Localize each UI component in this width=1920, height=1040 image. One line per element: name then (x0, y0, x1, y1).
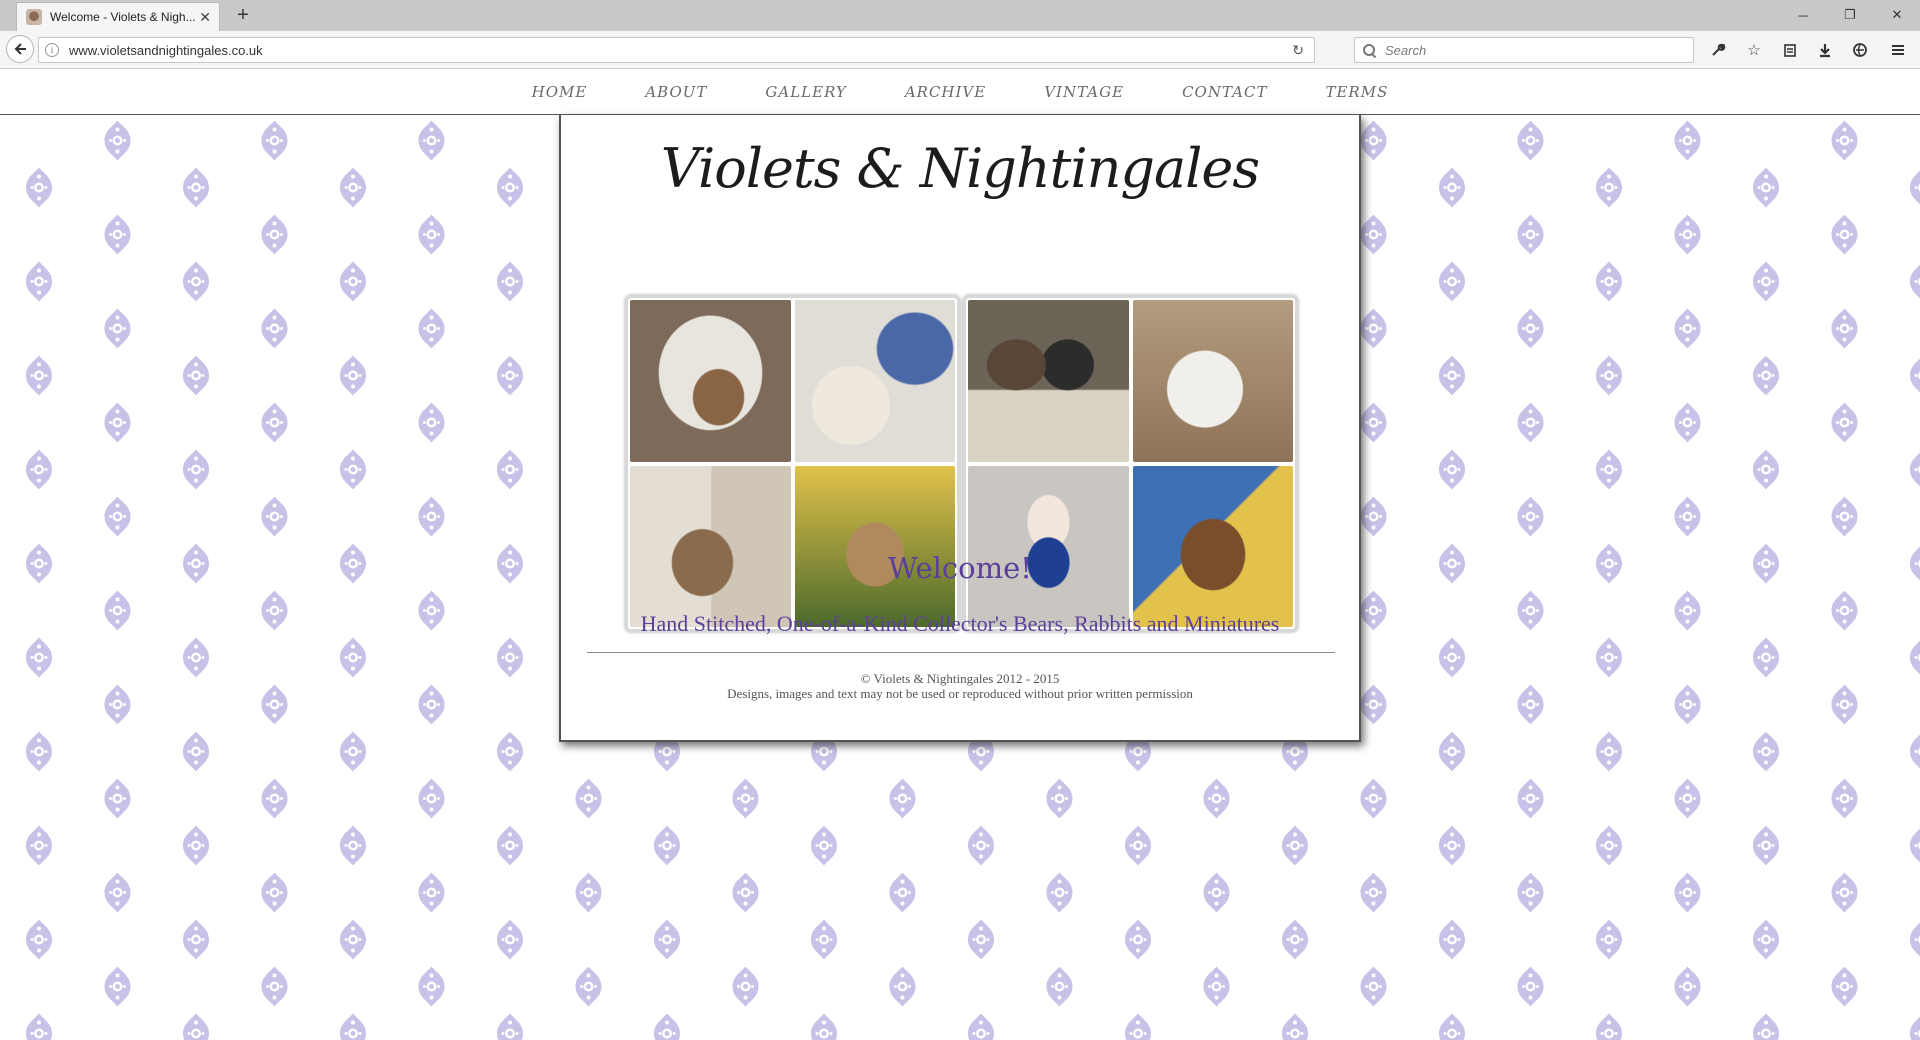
reading-list-icon[interactable] (1780, 40, 1800, 60)
footer: © Violets & Nightingales 2012 - 2015 Des… (561, 671, 1359, 701)
bear-photo (1132, 300, 1293, 462)
download-icon[interactable] (1815, 40, 1835, 60)
back-arrow-icon (14, 43, 26, 55)
tab-close-icon[interactable]: ✕ (199, 9, 211, 25)
tagline: Hand Stitched, One-of-a-Kind Collector's… (640, 611, 1280, 636)
nav-about[interactable]: ABOUT (645, 83, 707, 101)
nav-contact[interactable]: CONTACT (1182, 83, 1267, 101)
back-button[interactable] (6, 35, 34, 63)
content-panel: Violets & Nightingales Welcome! Hand Sti… (559, 115, 1361, 742)
divider (587, 652, 1335, 653)
nav-vintage[interactable]: VINTAGE (1044, 83, 1124, 101)
rabbit-photo (968, 465, 1129, 627)
site-logo: Violets & Nightingales (660, 137, 1260, 200)
restore-icon[interactable]: ❐ (1835, 4, 1865, 26)
star-icon[interactable]: ☆ (1744, 40, 1764, 60)
vpn-icon[interactable] (1850, 40, 1870, 60)
lion-photo (1132, 465, 1293, 627)
info-icon[interactable]: i (45, 43, 59, 57)
close-window-icon[interactable]: ✕ (1882, 4, 1912, 26)
nav-archive[interactable]: ARCHIVE (905, 83, 986, 101)
search-input[interactable]: Search (1354, 37, 1694, 63)
favicon-icon (26, 9, 42, 25)
url-text: www.violetsandnightingales.co.uk (69, 42, 263, 58)
notice-text: Designs, images and text may not be used… (727, 686, 1193, 701)
tab-bar: Welcome - Violets & Nigh... ✕ + ─ ❐ ✕ (0, 0, 1920, 31)
url-bar[interactable]: i www.violetsandnightingales.co.uk ↻ (38, 37, 1315, 63)
nav-terms[interactable]: TERMS (1325, 83, 1388, 101)
tab-title: Welcome - Violets & Nigh... (50, 10, 196, 24)
bear-photo (794, 465, 955, 627)
menu-icon[interactable] (1888, 40, 1908, 60)
bear-photo (630, 300, 791, 462)
bear-photo (794, 300, 955, 462)
site-nav: HOME ABOUT GALLERY ARCHIVE VINTAGE CONTA… (0, 70, 1920, 115)
nav-home[interactable]: HOME (532, 83, 588, 101)
browser-tab[interactable]: Welcome - Violets & Nigh... ✕ (16, 2, 220, 31)
new-tab-button[interactable]: + (233, 3, 253, 27)
rabbit-photo (630, 465, 791, 627)
page-background: HOME ABOUT GALLERY ARCHIVE VINTAGE CONTA… (0, 70, 1920, 1040)
badger-photo (968, 300, 1129, 462)
nav-gallery[interactable]: GALLERY (765, 83, 846, 101)
navigation-bar: i www.violetsandnightingales.co.uk ↻ Sea… (0, 31, 1920, 69)
welcome-heading: Welcome! (888, 551, 1032, 585)
search-placeholder: Search (1385, 42, 1427, 58)
reload-icon[interactable]: ↻ (1292, 42, 1304, 59)
copyright-text: © Violets & Nightingales 2012 - 2015 (860, 671, 1060, 686)
search-icon (1363, 44, 1375, 56)
minimize-icon[interactable]: ─ (1788, 4, 1818, 26)
wrench-icon[interactable] (1708, 40, 1728, 60)
